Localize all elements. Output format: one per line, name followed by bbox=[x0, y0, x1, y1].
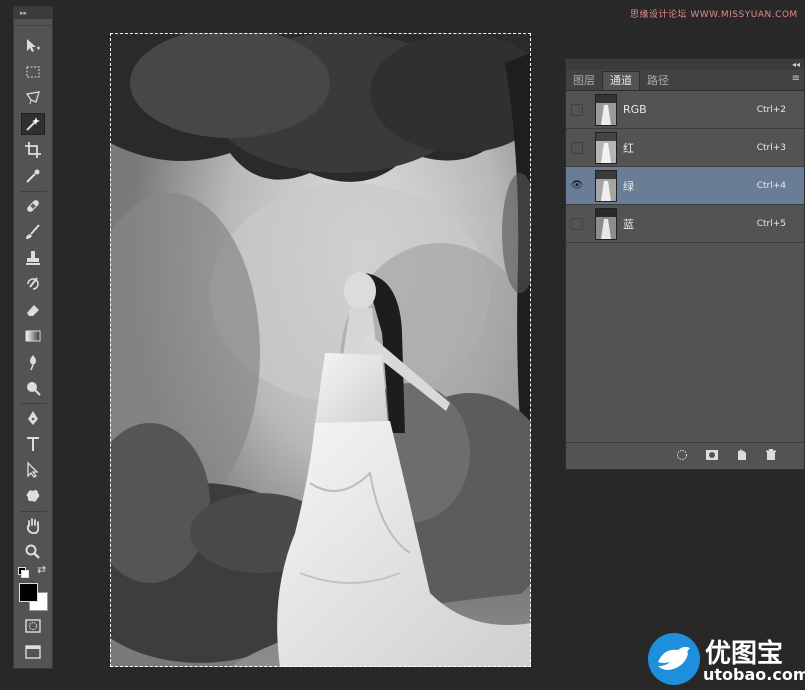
clone-stamp-tool[interactable] bbox=[21, 247, 45, 269]
eyedropper-icon bbox=[26, 169, 40, 183]
dotted-circle-icon bbox=[677, 450, 687, 460]
collapse-panel-icon[interactable]: ◂◂ bbox=[792, 59, 800, 70]
channel-name: RGB bbox=[623, 103, 647, 116]
load-channel-as-selection-button[interactable] bbox=[674, 448, 690, 462]
channel-thumbnail bbox=[595, 93, 617, 126]
quick-mask-icon bbox=[25, 619, 41, 633]
default-colors-icon[interactable] bbox=[18, 567, 29, 578]
stamp-icon bbox=[26, 251, 40, 265]
quick-mask-button[interactable] bbox=[21, 615, 45, 637]
brush-icon bbox=[26, 224, 40, 239]
swap-colors-icon[interactable]: ⇄ bbox=[37, 563, 46, 576]
dodge-icon bbox=[27, 382, 41, 396]
dodge-tool[interactable] bbox=[21, 377, 45, 399]
type-tool[interactable] bbox=[21, 433, 45, 455]
visibility-toggle[interactable] bbox=[571, 103, 583, 116]
gradient-tool[interactable] bbox=[21, 325, 45, 347]
move-tool[interactable] bbox=[21, 35, 45, 57]
channel-shortcut: Ctrl+3 bbox=[756, 142, 786, 153]
tools-panel: ▸▸ ⇄ bbox=[13, 6, 53, 669]
utobao-logo: 优图宝 utobao.com bbox=[648, 633, 805, 685]
eraser-tool[interactable] bbox=[21, 299, 45, 321]
toolbar-separator bbox=[20, 403, 47, 404]
healing-brush-tool[interactable] bbox=[21, 195, 45, 217]
logo-domain-text: utobao.com bbox=[703, 665, 805, 684]
channel-shortcut: Ctrl+5 bbox=[756, 218, 786, 229]
history-brush-tool[interactable] bbox=[21, 273, 45, 295]
eyedropper-tool[interactable] bbox=[21, 165, 45, 187]
foreground-color-swatch[interactable] bbox=[19, 583, 38, 602]
toolbar-separator bbox=[20, 191, 47, 192]
type-icon bbox=[27, 437, 39, 451]
channel-row-blue[interactable]: 蓝 Ctrl+5 bbox=[566, 205, 804, 243]
blur-tool[interactable] bbox=[21, 351, 45, 373]
panel-footer bbox=[566, 442, 804, 469]
delete-channel-button[interactable] bbox=[763, 448, 779, 462]
lasso-tool[interactable] bbox=[21, 87, 45, 109]
channel-thumbnail bbox=[595, 207, 617, 240]
channel-row-green[interactable]: 👁 绿 Ctrl+4 bbox=[566, 167, 804, 205]
eraser-icon bbox=[27, 305, 39, 316]
new-channel-button[interactable] bbox=[734, 448, 750, 462]
toolbar-header[interactable]: ▸▸ bbox=[14, 7, 52, 19]
watermark-text: 思缘设计论坛 WWW.MISSYUAN.COM bbox=[630, 10, 798, 20]
zoom-icon bbox=[25, 544, 40, 559]
blur-icon bbox=[30, 355, 36, 371]
magic-wand-icon bbox=[26, 117, 40, 131]
wedding-photo-image bbox=[110, 33, 531, 667]
path-selection-tool[interactable] bbox=[21, 459, 45, 481]
channel-thumbnail bbox=[595, 169, 617, 202]
channel-name: 蓝 bbox=[623, 217, 634, 231]
new-page-icon bbox=[738, 449, 746, 460]
document-canvas[interactable] bbox=[110, 33, 531, 667]
channel-row-rgb[interactable]: RGB Ctrl+2 bbox=[566, 91, 804, 129]
eye-icon[interactable]: 👁 bbox=[571, 180, 584, 192]
channel-name: 绿 bbox=[623, 179, 634, 193]
save-selection-as-channel-button[interactable] bbox=[704, 448, 720, 462]
tab-layers[interactable]: 图层 bbox=[566, 72, 602, 90]
pen-icon bbox=[28, 411, 38, 425]
screen-mode-icon bbox=[25, 645, 41, 659]
panel-tabs: 图层 通道 路径 ≡ bbox=[566, 70, 804, 91]
hand-tool[interactable] bbox=[21, 515, 45, 537]
channels-panel: ◂◂ 图层 通道 路径 ≡ RGB Ctrl+2 红 Ctrl+3 👁 绿 Ct… bbox=[565, 58, 805, 470]
shape-tool[interactable] bbox=[21, 485, 45, 507]
bird-logo-icon bbox=[648, 633, 700, 685]
panel-titlebar[interactable]: ◂◂ bbox=[566, 59, 804, 70]
visibility-toggle[interactable] bbox=[571, 217, 583, 230]
bandage-icon bbox=[27, 200, 39, 212]
channel-name: 红 bbox=[623, 141, 634, 155]
brush-tool[interactable] bbox=[21, 221, 45, 243]
hand-icon bbox=[26, 518, 40, 534]
gradient-icon bbox=[25, 330, 41, 342]
channel-shortcut: Ctrl+4 bbox=[756, 180, 786, 191]
zoom-tool[interactable] bbox=[21, 541, 45, 563]
toolbar-separator bbox=[20, 511, 47, 512]
channel-shortcut: Ctrl+2 bbox=[756, 104, 786, 115]
channel-thumbnail bbox=[595, 131, 617, 164]
lasso-icon bbox=[25, 91, 40, 105]
magic-wand-tool[interactable] bbox=[21, 113, 45, 135]
tab-paths[interactable]: 路径 bbox=[640, 72, 676, 90]
toolbar-grip[interactable] bbox=[14, 19, 52, 26]
pen-tool[interactable] bbox=[21, 407, 45, 429]
mask-icon bbox=[706, 450, 718, 460]
crop-icon bbox=[25, 142, 41, 158]
trash-icon bbox=[766, 449, 776, 460]
visibility-toggle[interactable] bbox=[571, 141, 583, 154]
screen-mode-button[interactable] bbox=[21, 641, 45, 663]
tab-channels[interactable]: 通道 bbox=[602, 71, 640, 90]
history-brush-icon bbox=[27, 277, 39, 290]
arrow-icon bbox=[27, 461, 39, 478]
crop-tool[interactable] bbox=[21, 139, 45, 161]
marquee-icon bbox=[26, 66, 40, 78]
channel-row-red[interactable]: 红 Ctrl+3 bbox=[566, 129, 804, 167]
panel-menu-icon[interactable]: ≡ bbox=[792, 73, 800, 84]
marquee-tool[interactable] bbox=[21, 61, 45, 83]
move-icon bbox=[27, 39, 40, 52]
custom-shape-icon bbox=[26, 489, 40, 502]
